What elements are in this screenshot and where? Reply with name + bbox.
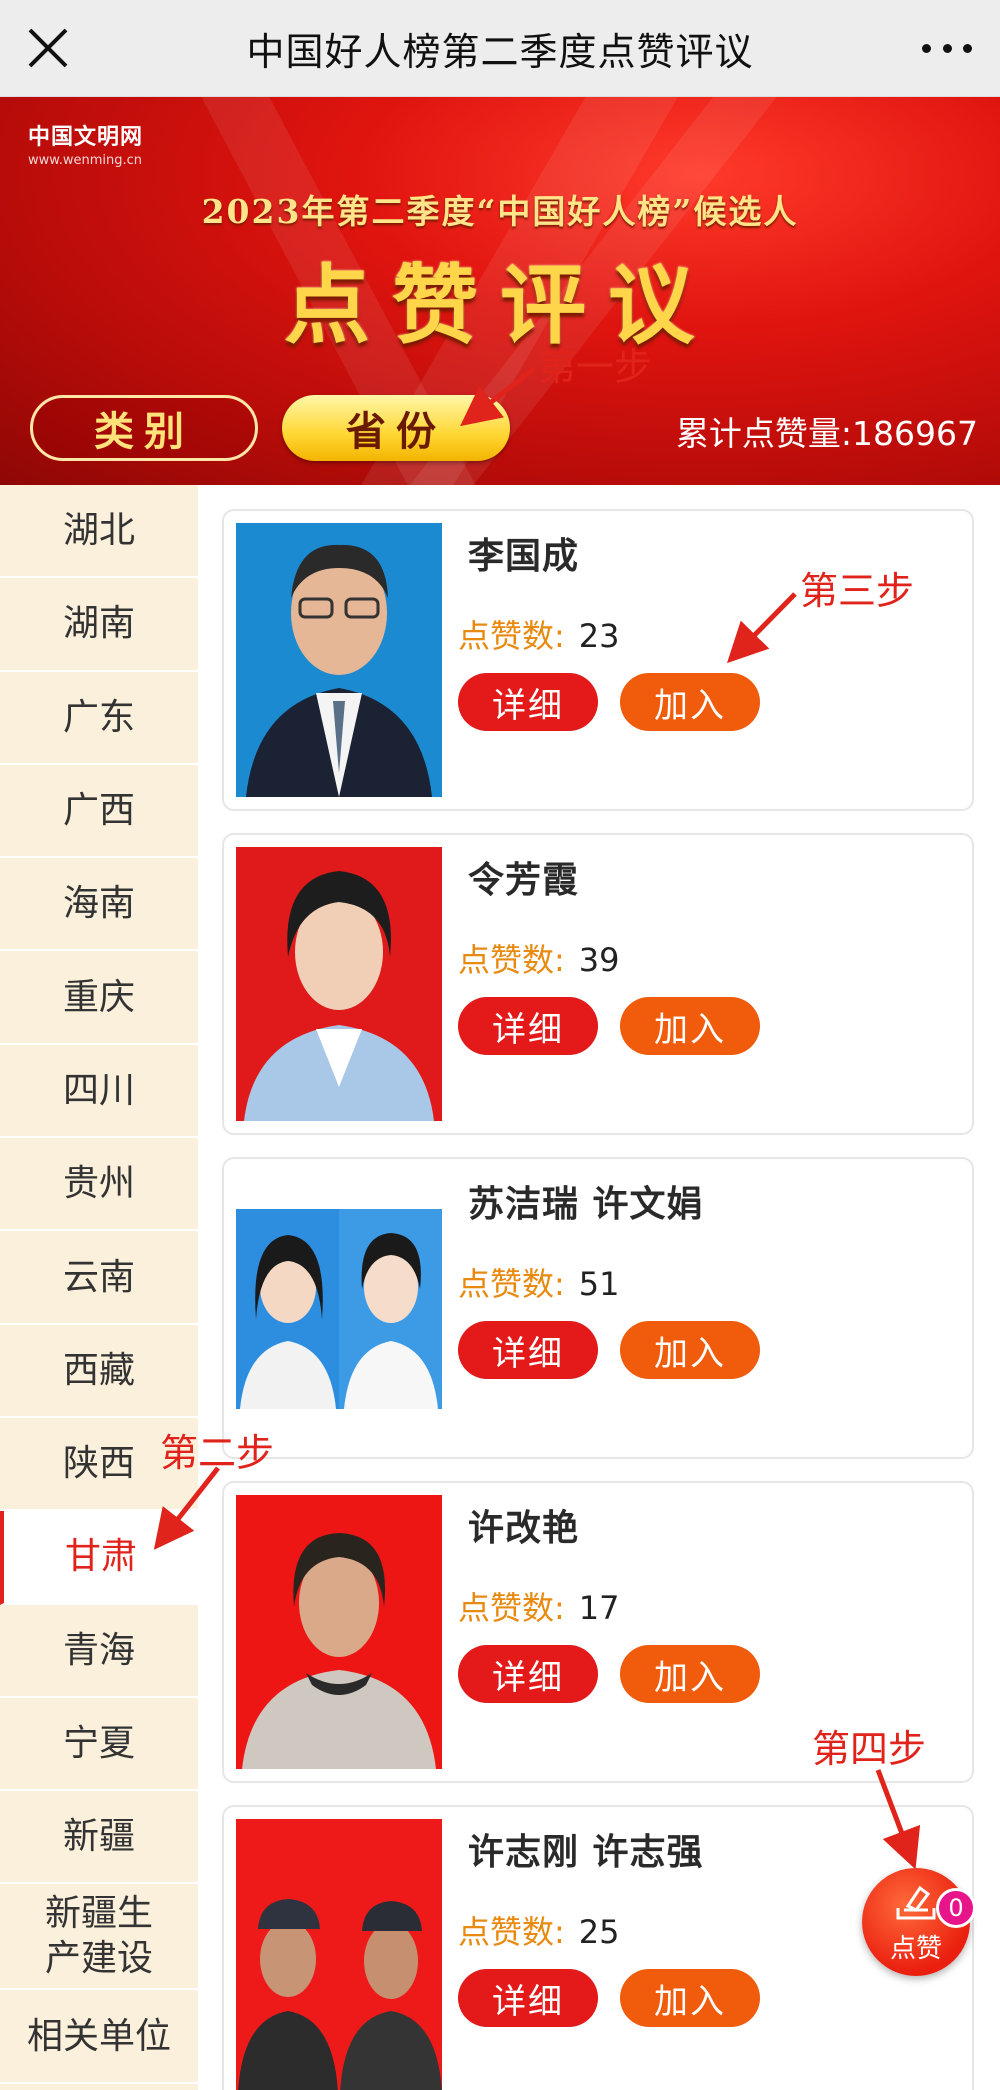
candidate-photo (236, 1209, 442, 1409)
top-nav-bar: 中国好人榜第二季度点赞评议 (0, 0, 1000, 97)
candidate-photo (236, 523, 442, 797)
like-label: 点赞数: (458, 1265, 565, 1303)
sidebar-item-qinghai[interactable]: 青海 (0, 1605, 198, 1698)
annotation-step3: 第三步 (800, 569, 915, 613)
like-count-row: 点赞数: 25 (458, 1907, 620, 1953)
join-button[interactable]: 加入 (620, 1645, 760, 1703)
tab-province[interactable]: 省份 (282, 395, 510, 461)
banner-subtitle: 2023年第二季度“中国好人榜”候选人 (201, 192, 799, 231)
sidebar-item-hunan[interactable]: 湖南 (0, 578, 198, 672)
sidebar-item-guizhou[interactable]: 贵州 (0, 1138, 198, 1232)
like-ballot-icon (896, 1885, 936, 1920)
like-count: 23 (578, 617, 620, 655)
join-button[interactable]: 加入 (620, 997, 760, 1055)
more-icon[interactable] (922, 30, 972, 66)
sidebar-item-ningxia[interactable]: 宁夏 (0, 1698, 198, 1792)
like-count: 25 (578, 1913, 620, 1951)
total-likes-value: 186967 (852, 414, 978, 453)
like-count-row: 点赞数: 39 (458, 935, 620, 981)
annotation-step2: 第二步 (160, 1431, 275, 1475)
like-count-row: 点赞数: 23 (458, 611, 620, 657)
detail-button[interactable]: 详细 (458, 673, 598, 731)
join-button[interactable]: 加入 (620, 1969, 760, 2027)
candidate-card: 苏洁瑞 许文娟 点赞数: 51 详细 加入 (222, 1157, 974, 1459)
detail-button[interactable]: 详细 (458, 1321, 598, 1379)
sidebar-item-hainan[interactable]: 海南 (0, 858, 198, 952)
close-icon[interactable] (22, 22, 74, 74)
like-label: 点赞数: (458, 1913, 565, 1951)
sidebar-item-xinjiang-corps[interactable]: 新疆生产建设 (0, 1884, 198, 1991)
like-count: 51 (578, 1265, 620, 1303)
total-likes-label: 累计点赞量: (675, 414, 853, 453)
annotation-step4: 第四步 (812, 1727, 927, 1771)
like-count-row: 点赞数: 51 (458, 1259, 620, 1305)
like-label: 点赞数: (458, 617, 565, 655)
page-title: 中国好人榜第二季度点赞评议 (246, 29, 754, 74)
candidate-photo (236, 1819, 442, 2090)
candidate-name: 许改艳 (468, 1508, 580, 1549)
like-count: 39 (578, 941, 620, 979)
sidebar-item-yunnan[interactable]: 云南 (0, 1231, 198, 1325)
like-fab-label: 点赞 (889, 1934, 942, 1964)
like-count-row: 点赞数: 17 (458, 1583, 620, 1629)
province-sidebar: 湖北 湖南 广东 广西 海南 重庆 四川 贵州 云南 西藏 陕西 甘肃 青海 宁… (0, 485, 198, 2090)
sidebar-item-guangxi[interactable]: 广西 (0, 765, 198, 859)
like-count: 17 (578, 1589, 620, 1627)
sidebar-item-xinjiang[interactable]: 新疆 (0, 1791, 198, 1885)
candidate-name: 李国成 (468, 536, 580, 577)
candidate-name: 许志刚 许志强 (468, 1832, 704, 1873)
annotation-step1: 第一步 (538, 345, 653, 389)
site-logo: 中国文明网 www.wenming.cn (28, 125, 144, 168)
sidebar-item-xizang[interactable]: 西藏 (0, 1325, 198, 1418)
detail-button[interactable]: 详细 (458, 997, 598, 1055)
candidate-card: 令芳霞 点赞数: 39 详细 加入 (222, 833, 974, 1135)
detail-button[interactable]: 详细 (458, 1645, 598, 1703)
like-label: 点赞数: (458, 1589, 565, 1627)
sidebar-item-hubei[interactable]: 湖北 (0, 485, 198, 579)
like-count-badge: 0 (936, 1888, 976, 1928)
sidebar-item-xinjiang-corps-label: 新疆生产建设 (44, 1893, 153, 1980)
banner-title: 点赞评议 (284, 255, 716, 356)
join-button[interactable]: 加入 (620, 1321, 760, 1379)
sidebar-item-related-units[interactable]: 相关单位 (0, 1990, 198, 2084)
total-likes: 累计点赞量:186967 (676, 407, 978, 455)
sidebar-item-sichuan[interactable]: 四川 (0, 1045, 198, 1139)
candidate-name: 苏洁瑞 许文娟 (468, 1184, 704, 1225)
detail-button[interactable]: 详细 (458, 1969, 598, 2027)
tab-category[interactable]: 类别 (30, 395, 258, 461)
candidate-photo (236, 1495, 442, 1769)
sidebar-item-chongqing[interactable]: 重庆 (0, 951, 198, 1045)
join-button[interactable]: 加入 (620, 673, 760, 731)
candidate-list: 李国成 点赞数: 23 详细 加入 令芳霞 点赞数: 39 详细 加入 苏洁瑞 … (198, 485, 1000, 2090)
sidebar-item-gansu[interactable]: 甘肃 (0, 1511, 198, 1605)
sidebar-item-guangdong[interactable]: 广东 (0, 672, 198, 765)
candidate-name: 令芳霞 (468, 860, 580, 901)
candidate-card: 李国成 点赞数: 23 详细 加入 (222, 509, 974, 811)
candidate-photo (236, 847, 442, 1121)
banner: 中国文明网 www.wenming.cn 2023年第二季度“中国好人榜”候选人… (0, 97, 1000, 485)
like-label: 点赞数: (458, 941, 565, 979)
